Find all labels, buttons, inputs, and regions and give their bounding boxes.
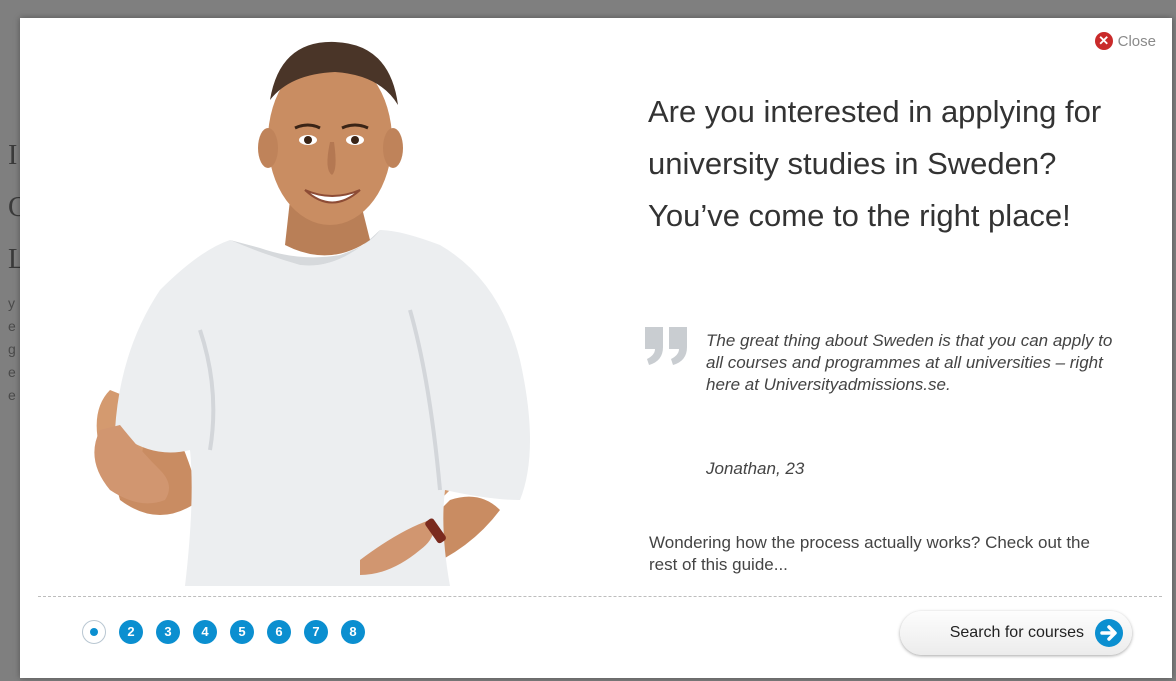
- testimonial-author: Jonathan, 23: [706, 459, 805, 478]
- student-photo: [94, 41, 530, 586]
- close-label[interactable]: Close: [1118, 33, 1156, 50]
- bg-small-letter: g: [8, 341, 16, 357]
- pager-dot-2[interactable]: 2: [119, 620, 143, 644]
- guide-intro-text: Wondering how the process actually works…: [649, 533, 1090, 574]
- bg-small-letter: e: [8, 364, 16, 380]
- pager-dot-7[interactable]: 7: [304, 620, 328, 644]
- bg-small-letter: e: [8, 318, 16, 334]
- close-icon[interactable]: ✕: [1094, 32, 1113, 50]
- pager-dot-current[interactable]: [82, 620, 106, 644]
- testimonial-quote: The great thing about Sweden is that you…: [706, 331, 1113, 394]
- pager-dot-5[interactable]: 5: [230, 620, 254, 644]
- divider: [38, 596, 1162, 597]
- guide-modal: ✕ Close Are you interested in applying f…: [20, 18, 1172, 678]
- pager-dot-4[interactable]: 4: [193, 620, 217, 644]
- close-button[interactable]: ✕ Close: [1094, 32, 1156, 50]
- search-courses-button[interactable]: Search for courses: [900, 611, 1132, 655]
- quote-icon: [645, 327, 687, 365]
- search-courses-label[interactable]: Search for courses: [950, 624, 1084, 642]
- pager: 2 3 4 5 6 7 8: [82, 620, 365, 644]
- pager-dot-6[interactable]: 6: [267, 620, 291, 644]
- background-small-text: y e g e e: [8, 292, 16, 407]
- bg-small-letter: y: [8, 295, 15, 311]
- arrow-right-icon[interactable]: [1094, 618, 1124, 648]
- headline: Are you interested in applying for unive…: [648, 94, 1102, 233]
- bg-small-letter: e: [8, 387, 16, 403]
- pager-dot-8[interactable]: 8: [341, 620, 365, 644]
- pager-dot-3[interactable]: 3: [156, 620, 180, 644]
